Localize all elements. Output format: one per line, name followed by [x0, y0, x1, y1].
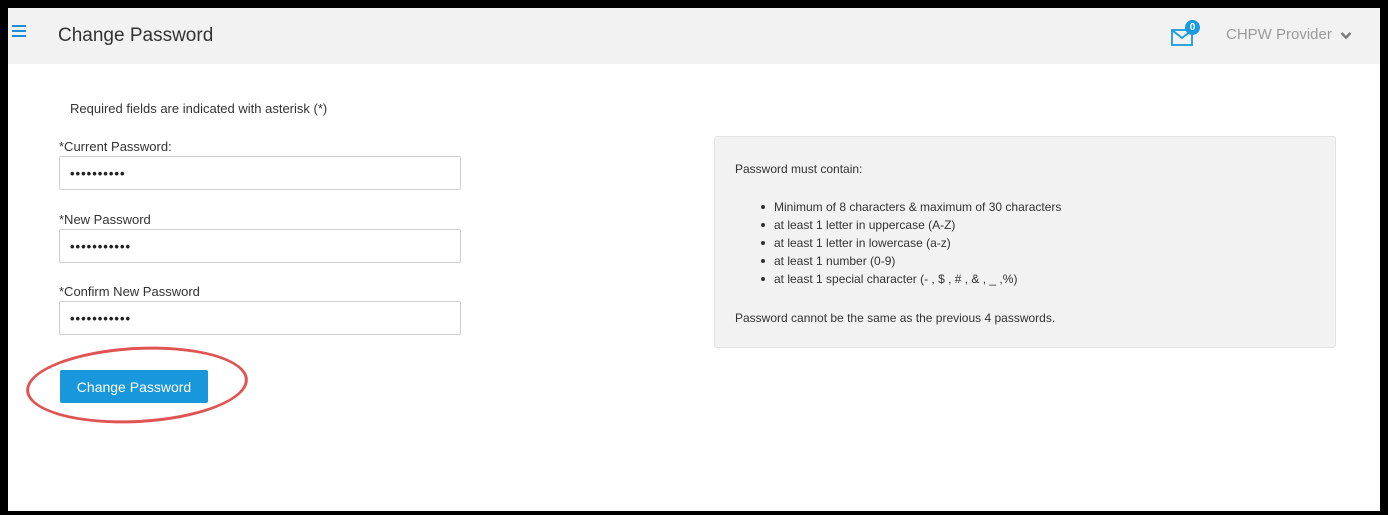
current-password-input[interactable] [59, 156, 461, 190]
top-bar: Change Password 0 CHPW Provider [8, 8, 1380, 64]
requirement-item: at least 1 letter in lowercase (a-z) [760, 234, 1061, 252]
requirements-list: Minimum of 8 characters & maximum of 30 … [760, 198, 1061, 288]
hamburger-menu-icon[interactable] [12, 25, 26, 37]
chevron-down-icon [1340, 31, 1352, 39]
new-password-input[interactable] [59, 229, 461, 263]
requirements-footer: Password cannot be the same as the previ… [735, 311, 1056, 325]
required-fields-note: Required fields are indicated with aster… [70, 101, 328, 116]
requirement-item: at least 1 special character (- , $ , # … [760, 270, 1061, 288]
notification-count-badge: 0 [1185, 20, 1200, 35]
page-title: Change Password [58, 25, 214, 46]
requirement-item: Minimum of 8 characters & maximum of 30 … [760, 198, 1061, 216]
requirement-item: at least 1 letter in uppercase (A-Z) [760, 216, 1061, 234]
current-password-label: *Current Password: [59, 139, 172, 154]
requirements-heading: Password must contain: [735, 162, 863, 176]
user-name: CHPW Provider [1226, 26, 1332, 43]
confirm-password-label: *Confirm New Password [59, 284, 200, 299]
requirement-item: at least 1 number (0-9) [760, 252, 1061, 270]
confirm-password-input[interactable] [59, 301, 461, 335]
user-menu[interactable]: CHPW Provider [1226, 26, 1352, 43]
password-requirements-panel: Password must contain: Minimum of 8 char… [714, 136, 1336, 348]
new-password-label: *New Password [59, 212, 151, 227]
change-password-button[interactable]: Change Password [60, 370, 208, 403]
app-frame: Change Password 0 CHPW Provider Required… [8, 8, 1380, 511]
